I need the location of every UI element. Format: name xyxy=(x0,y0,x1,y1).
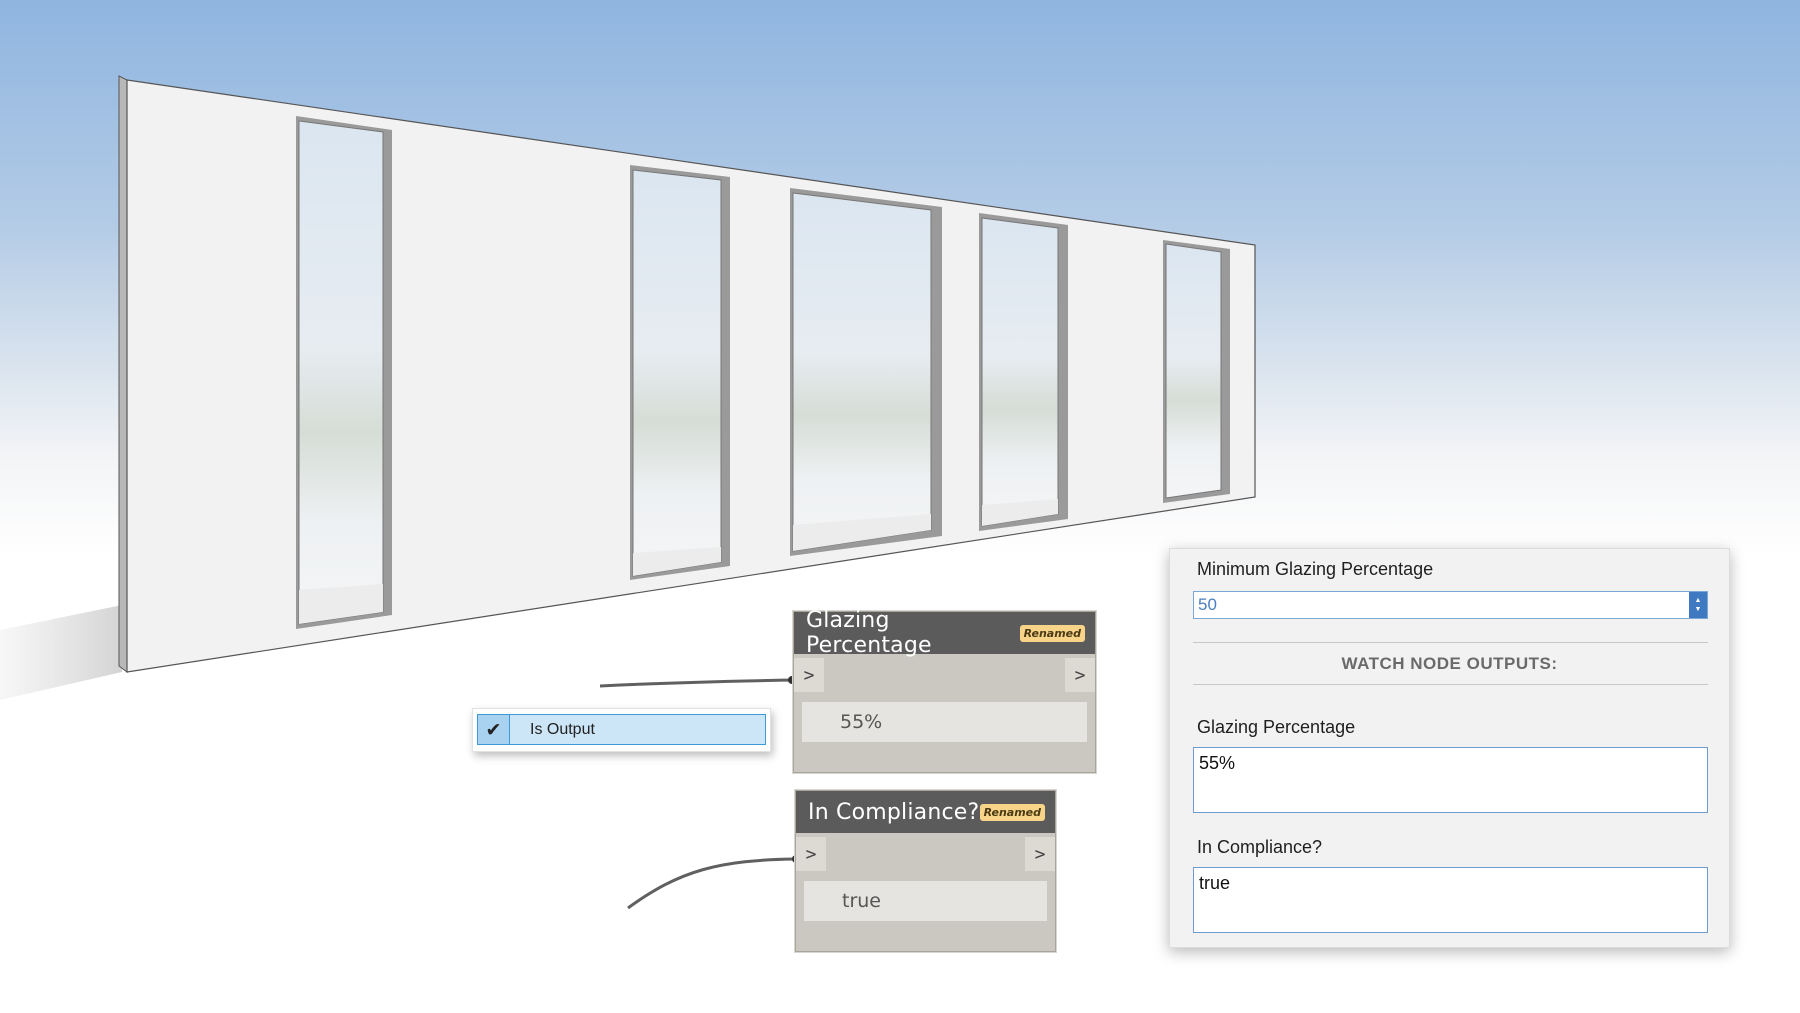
node-preview-value: true xyxy=(804,881,1047,921)
output-label-glazing: Glazing Percentage xyxy=(1197,717,1356,737)
output-label-compliance: In Compliance? xyxy=(1197,837,1323,857)
context-menu: ✔ Is Output xyxy=(472,708,771,752)
window xyxy=(979,213,1068,531)
window xyxy=(1163,240,1230,503)
node-glazing-percentage[interactable]: Glazing Percentage Renamed > > 55% xyxy=(793,608,1096,773)
node-title: In Compliance? xyxy=(808,799,980,825)
window xyxy=(296,116,392,629)
node-preview-value: 55% xyxy=(802,702,1087,742)
wall-shadow xyxy=(0,605,122,700)
node-title: Glazing Percentage xyxy=(806,608,932,658)
watch-section-title: WATCH NODE OUTPUTS: xyxy=(1341,654,1558,673)
renamed-badge: Renamed xyxy=(979,803,1045,821)
menu-item-label: Is Output xyxy=(530,720,595,738)
watch-panel: Minimum Glazing Percentage 50 ▲ ▼ WATCH N… xyxy=(1169,548,1730,948)
window xyxy=(630,165,730,580)
output-box-compliance[interactable]: true xyxy=(1193,867,1708,933)
menu-item-is-output[interactable]: ✔ Is Output xyxy=(477,714,766,745)
input-port[interactable]: > xyxy=(794,658,824,692)
node-header[interactable]: In Compliance? Renamed xyxy=(796,791,1055,833)
node-in-compliance[interactable]: In Compliance? Renamed > > true xyxy=(795,790,1056,952)
output-port[interactable]: > xyxy=(1065,658,1095,692)
checkmark-icon: ✔ xyxy=(478,715,510,744)
wire-compliance xyxy=(627,857,797,910)
output-port[interactable]: > xyxy=(1025,837,1055,871)
minimum-glazing-value: 50 xyxy=(1198,595,1217,614)
window xyxy=(790,188,942,556)
spinner-arrows-icon[interactable]: ▲ ▼ xyxy=(1689,592,1707,618)
renamed-badge: Renamed xyxy=(1019,624,1085,642)
minimum-glazing-input[interactable]: 50 ▲ ▼ xyxy=(1193,591,1708,619)
output-box-glazing[interactable]: 55% xyxy=(1193,747,1708,813)
wall-side xyxy=(118,75,128,673)
minimum-glazing-label: Minimum Glazing Percentage xyxy=(1197,559,1434,579)
divider xyxy=(1193,684,1708,685)
divider xyxy=(1193,642,1708,643)
node-header[interactable]: Glazing Percentage Renamed xyxy=(794,608,1095,658)
wire-glazing xyxy=(599,678,793,688)
input-port[interactable]: > xyxy=(796,837,826,871)
